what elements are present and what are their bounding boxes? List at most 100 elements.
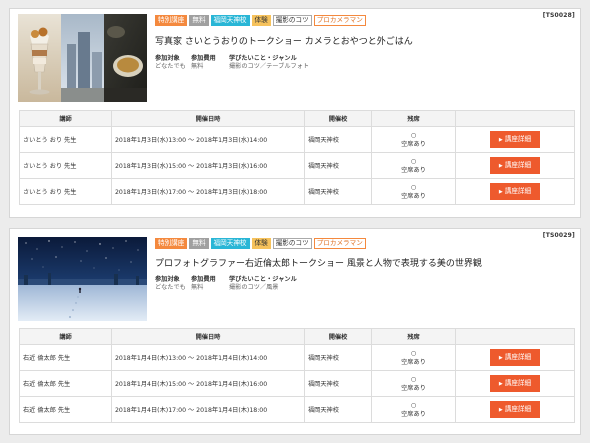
fee-value: 無料 [191, 63, 204, 70]
tag-free: 無料 [189, 15, 209, 26]
header-school: 開催校 [304, 328, 372, 345]
event-card: [TS0028] 特別講座 無料 福岡天神校 体験 撮影のコツ プロカメラマン … [9, 8, 581, 218]
school-cell: 福岡天神校 [304, 126, 372, 153]
tag-special-course: 特別講座 [155, 15, 188, 26]
course-detail-button[interactable]: ▶ 講座詳細 [490, 183, 540, 200]
course-detail-label: 講座詳細 [504, 161, 532, 169]
school-cell: 福岡天神校 [304, 396, 372, 423]
fee-label: 参加費用 [191, 55, 216, 62]
table-row: さいとう おり 先生 2018年1月3日(水)17:00 ～ 2018年1月3日… [19, 178, 575, 205]
school-cell: 福岡天神校 [304, 178, 372, 205]
target-value: どなたでも [155, 284, 186, 291]
school-cell: 福岡天神校 [304, 370, 372, 397]
tag-pro-photographer: プロカメラマン [313, 15, 366, 26]
teacher-cell: さいとう おり 先生 [19, 178, 112, 205]
school-cell: 福岡天神校 [304, 344, 372, 371]
course-detail-button[interactable]: ▶ 講座詳細 [490, 349, 540, 366]
event-card: [TS0029] 特別講座 無料 福岡天神校 体験 撮影のコツ プロカメラマン … [9, 228, 581, 435]
target-value: どなたでも [155, 63, 186, 70]
course-detail-button[interactable]: ▶ 講座詳細 [490, 375, 540, 392]
tag-school: 福岡天神校 [210, 238, 250, 249]
availability-text: 空席あり [401, 358, 426, 366]
action-cell: ▶ 講座詳細 [455, 126, 575, 153]
event-meta: 参加対象 どなたでも 参加費用 無料 学びたいこと・ジャンル 撮影のコツ／風景 [155, 276, 297, 292]
event-meta: 参加対象 どなたでも 参加費用 無料 学びたいこと・ジャンル 撮影のコツ／テーブ… [155, 55, 309, 71]
course-detail-button[interactable]: ▶ 講座詳細 [490, 131, 540, 148]
teacher-cell: 右近 倫太郎 先生 [19, 344, 112, 371]
action-cell: ▶ 講座詳細 [455, 370, 575, 397]
fee-label: 参加費用 [191, 276, 216, 283]
availability-mark: ○ [410, 131, 417, 139]
teacher-cell: さいとう おり 先生 [19, 126, 112, 153]
datetime-cell: 2018年1月4日(木)13:00 ～ 2018年1月4日(木)14:00 [111, 344, 305, 371]
datetime-cell: 2018年1月3日(水)13:00 ～ 2018年1月3日(水)14:00 [111, 126, 305, 153]
datetime-cell: 2018年1月4日(木)15:00 ～ 2018年1月4日(木)16:00 [111, 370, 305, 397]
table-row: さいとう おり 先生 2018年1月3日(水)15:00 ～ 2018年1月3日… [19, 152, 575, 179]
action-cell: ▶ 講座詳細 [455, 396, 575, 423]
course-detail-label: 講座詳細 [504, 379, 532, 387]
availability-mark: ○ [410, 349, 417, 357]
availability-text: 空席あり [401, 384, 426, 392]
teacher-cell: 右近 倫太郎 先生 [19, 396, 112, 423]
course-detail-button[interactable]: ▶ 講座詳細 [490, 401, 540, 418]
tag-list: 特別講座 無料 福岡天神校 体験 撮影のコツ プロカメラマン [155, 238, 366, 249]
table-header-row: 講師 開催日時 開催校 残席 [19, 328, 575, 345]
tag-list: 特別講座 無料 福岡天神校 体験 撮影のコツ プロカメラマン [155, 15, 366, 26]
header-seats: 残席 [371, 110, 456, 127]
arrow-right-icon: ▶ [498, 407, 503, 413]
seats-cell: ○ 空席あり [371, 152, 456, 179]
arrow-right-icon: ▶ [498, 137, 503, 143]
genre-value: 撮影のコツ／テーブルフォト [229, 63, 310, 70]
header-datetime: 開催日時 [111, 110, 305, 127]
seats-cell: ○ 空席あり [371, 126, 456, 153]
action-cell: ▶ 講座詳細 [455, 344, 575, 371]
tag-special-course: 特別講座 [155, 238, 188, 249]
datetime-cell: 2018年1月3日(水)17:00 ～ 2018年1月3日(水)18:00 [111, 178, 305, 205]
tag-pro-photographer: プロカメラマン [313, 238, 366, 249]
table-row: 右近 倫太郎 先生 2018年1月4日(木)17:00 ～ 2018年1月4日(… [19, 396, 575, 423]
event-thumbnail[interactable] [18, 14, 147, 102]
schedule-table: 講師 開催日時 開催校 残席 右近 倫太郎 先生 2018年1月4日(木)13:… [19, 328, 575, 423]
target-label: 参加対象 [155, 276, 180, 283]
tag-shooting-tips: 撮影のコツ [272, 15, 312, 26]
teacher-cell: 右近 倫太郎 先生 [19, 370, 112, 397]
action-cell: ▶ 講座詳細 [455, 178, 575, 205]
schedule-table: 講師 開催日時 開催校 残席 さいとう おり 先生 2018年1月3日(水)13… [19, 110, 575, 205]
genre-value: 撮影のコツ／風景 [229, 284, 279, 291]
action-cell: ▶ 講座詳細 [455, 152, 575, 179]
event-thumbnail[interactable] [18, 237, 147, 321]
availability-mark: ○ [410, 375, 417, 383]
availability-text: 空席あり [401, 166, 426, 174]
availability-text: 空席あり [401, 192, 426, 200]
event-title[interactable]: 写真家 さいとうおりのトークショー カメラとおやつと外ごはん [155, 34, 413, 47]
course-detail-label: 講座詳細 [504, 353, 532, 361]
availability-text: 空席あり [401, 410, 426, 418]
header-teacher: 講師 [19, 328, 112, 345]
teacher-cell: さいとう おり 先生 [19, 152, 112, 179]
genre-label: 学びたいこと・ジャンル [229, 55, 297, 62]
tag-trial: 体験 [251, 238, 271, 249]
course-detail-label: 講座詳細 [504, 405, 532, 413]
arrow-right-icon: ▶ [498, 355, 503, 361]
header-action [455, 328, 575, 345]
event-code: [TS0028] [542, 12, 575, 19]
availability-mark: ○ [410, 157, 417, 165]
availability-mark: ○ [410, 183, 417, 191]
availability-text: 空席あり [401, 140, 426, 148]
event-title[interactable]: プロフォトグラファー右近倫太郎トークショー 風景と人物で表現する美の世界観 [155, 256, 482, 269]
course-detail-button[interactable]: ▶ 講座詳細 [490, 157, 540, 174]
datetime-cell: 2018年1月4日(木)17:00 ～ 2018年1月4日(木)18:00 [111, 396, 305, 423]
header-action [455, 110, 575, 127]
seats-cell: ○ 空席あり [371, 370, 456, 397]
arrow-right-icon: ▶ [498, 381, 503, 387]
table-row: 右近 倫太郎 先生 2018年1月4日(木)13:00 ～ 2018年1月4日(… [19, 344, 575, 371]
target-label: 参加対象 [155, 55, 180, 62]
course-detail-label: 講座詳細 [504, 135, 532, 143]
availability-mark: ○ [410, 401, 417, 409]
table-header-row: 講師 開催日時 開催校 残席 [19, 110, 575, 127]
course-detail-label: 講座詳細 [504, 187, 532, 195]
tag-trial: 体験 [251, 15, 271, 26]
table-row: さいとう おり 先生 2018年1月3日(水)13:00 ～ 2018年1月3日… [19, 126, 575, 153]
header-teacher: 講師 [19, 110, 112, 127]
arrow-right-icon: ▶ [498, 189, 503, 195]
